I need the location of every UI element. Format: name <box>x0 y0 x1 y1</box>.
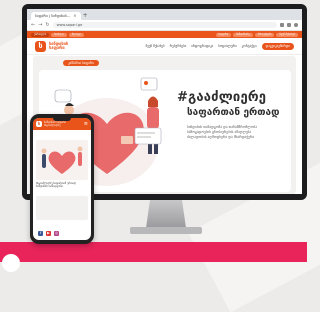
phone-notch <box>53 118 71 121</box>
topbar-item[interactable]: პროექტები <box>254 32 275 37</box>
menu-item[interactable]: ჩვენ შესახებ <box>146 44 165 48</box>
phone-hero-image <box>36 140 88 180</box>
phone-header-text: სინდისის საფარი #გააძლიერე <box>44 121 66 127</box>
phone-logo-icon[interactable]: ს <box>36 121 42 127</box>
topbar-item[interactable]: მიმდინარე <box>233 32 253 37</box>
phone-header-line: #გააძლიერე <box>44 124 61 127</box>
hero-description: სინდისის თანადგომა და თანამშრომლობა საზო… <box>187 125 287 140</box>
contact-button[interactable]: დაგვიკავშირდი <box>261 42 294 50</box>
site-header: ს სინდისის საფარი ჩვენ შესახებ რესურსები… <box>27 38 302 55</box>
menu-item[interactable]: ინფოგრაფიკა <box>191 44 213 48</box>
hamburger-menu-icon[interactable]: ≡ <box>84 121 88 127</box>
browser-tab-bar: საფარი | სინდისის... × + <box>27 9 302 20</box>
monitor-stand <box>146 200 186 228</box>
reload-icon[interactable]: ↻ <box>45 22 49 28</box>
phone-title: #გააძლიერე საფართან ერთად სინდისის თანად… <box>36 182 90 188</box>
site-logo[interactable]: ს სინდისის საფარი <box>35 40 68 52</box>
envelope-icon <box>121 136 133 144</box>
extension-icon[interactable] <box>280 23 284 27</box>
browser-tab[interactable]: საფარი | სინდისის... × <box>31 12 81 20</box>
facebook-icon[interactable]: f <box>38 231 43 236</box>
menu-item[interactable]: კონტაქტი <box>242 44 257 48</box>
phone-content-box <box>36 196 88 220</box>
url-field[interactable]: www.sapari.ge <box>52 22 277 28</box>
topbar-item[interactable]: სიახლე <box>51 32 67 37</box>
profile-icon[interactable] <box>294 23 298 27</box>
topbar-item[interactable]: ჩვენ შესახებ <box>276 32 298 37</box>
phone-screen: ს სინდისის საფარი #გააძლიერე ≡ #გააძლიერ… <box>33 118 91 240</box>
extension-icon[interactable] <box>287 23 291 27</box>
brand-band <box>0 242 307 262</box>
description-line: ძალადობის აღმოფხვრა და მხარდაჭერა <box>187 135 255 139</box>
monitor-base <box>130 227 202 234</box>
site-top-bar: ქართული სიახლე ბლოგი საფარი მიმდინარე პრ… <box>27 31 302 38</box>
logo-text: სინდისის საფარი <box>49 41 68 50</box>
topbar-item[interactable]: ბლოგი <box>68 32 84 37</box>
address-bar-row: ← → ↻ www.sapari.ge <box>27 20 302 31</box>
hero-title: #გააძლიერე <box>177 90 267 105</box>
photo-icon <box>140 77 158 91</box>
main-menu: ჩვენ შესახებ რესურსები ინფოგრაფიკა სოცია… <box>146 42 294 50</box>
back-icon[interactable]: ← <box>31 22 35 28</box>
close-icon[interactable]: × <box>73 12 76 20</box>
mobile-phone: ს სინდისის საფარი #გააძლიერე ≡ #გააძლიერ… <box>30 114 94 244</box>
youtube-icon[interactable]: ▶ <box>46 231 51 236</box>
forward-icon[interactable]: → <box>38 22 42 28</box>
topbar-item[interactable]: საფარი <box>215 32 232 37</box>
new-tab-icon[interactable]: + <box>83 12 88 20</box>
instagram-icon[interactable]: ◎ <box>54 231 59 236</box>
topbar-item[interactable]: ქართული <box>31 32 50 37</box>
logo-line: საფარი <box>49 45 65 50</box>
category-chip[interactable]: კამპანია საფარი <box>63 60 99 66</box>
brand-dot <box>2 254 20 272</box>
phone-title-line: სინდისის თანადგომა <box>36 185 63 189</box>
logo-mark-icon: ს <box>35 40 46 52</box>
hero-subtitle: საფართან ერთად <box>187 107 280 118</box>
menu-item[interactable]: სოციალური <box>218 44 237 48</box>
speech-bubble-icon <box>54 89 72 103</box>
phone-social-links: f ▶ ◎ <box>38 231 59 236</box>
phone-hero-illustration <box>41 146 83 174</box>
menu-item[interactable]: რესურსები <box>170 44 187 48</box>
tab-title: საფარი | სინდისის... <box>35 14 71 18</box>
heart-icon <box>48 151 76 174</box>
